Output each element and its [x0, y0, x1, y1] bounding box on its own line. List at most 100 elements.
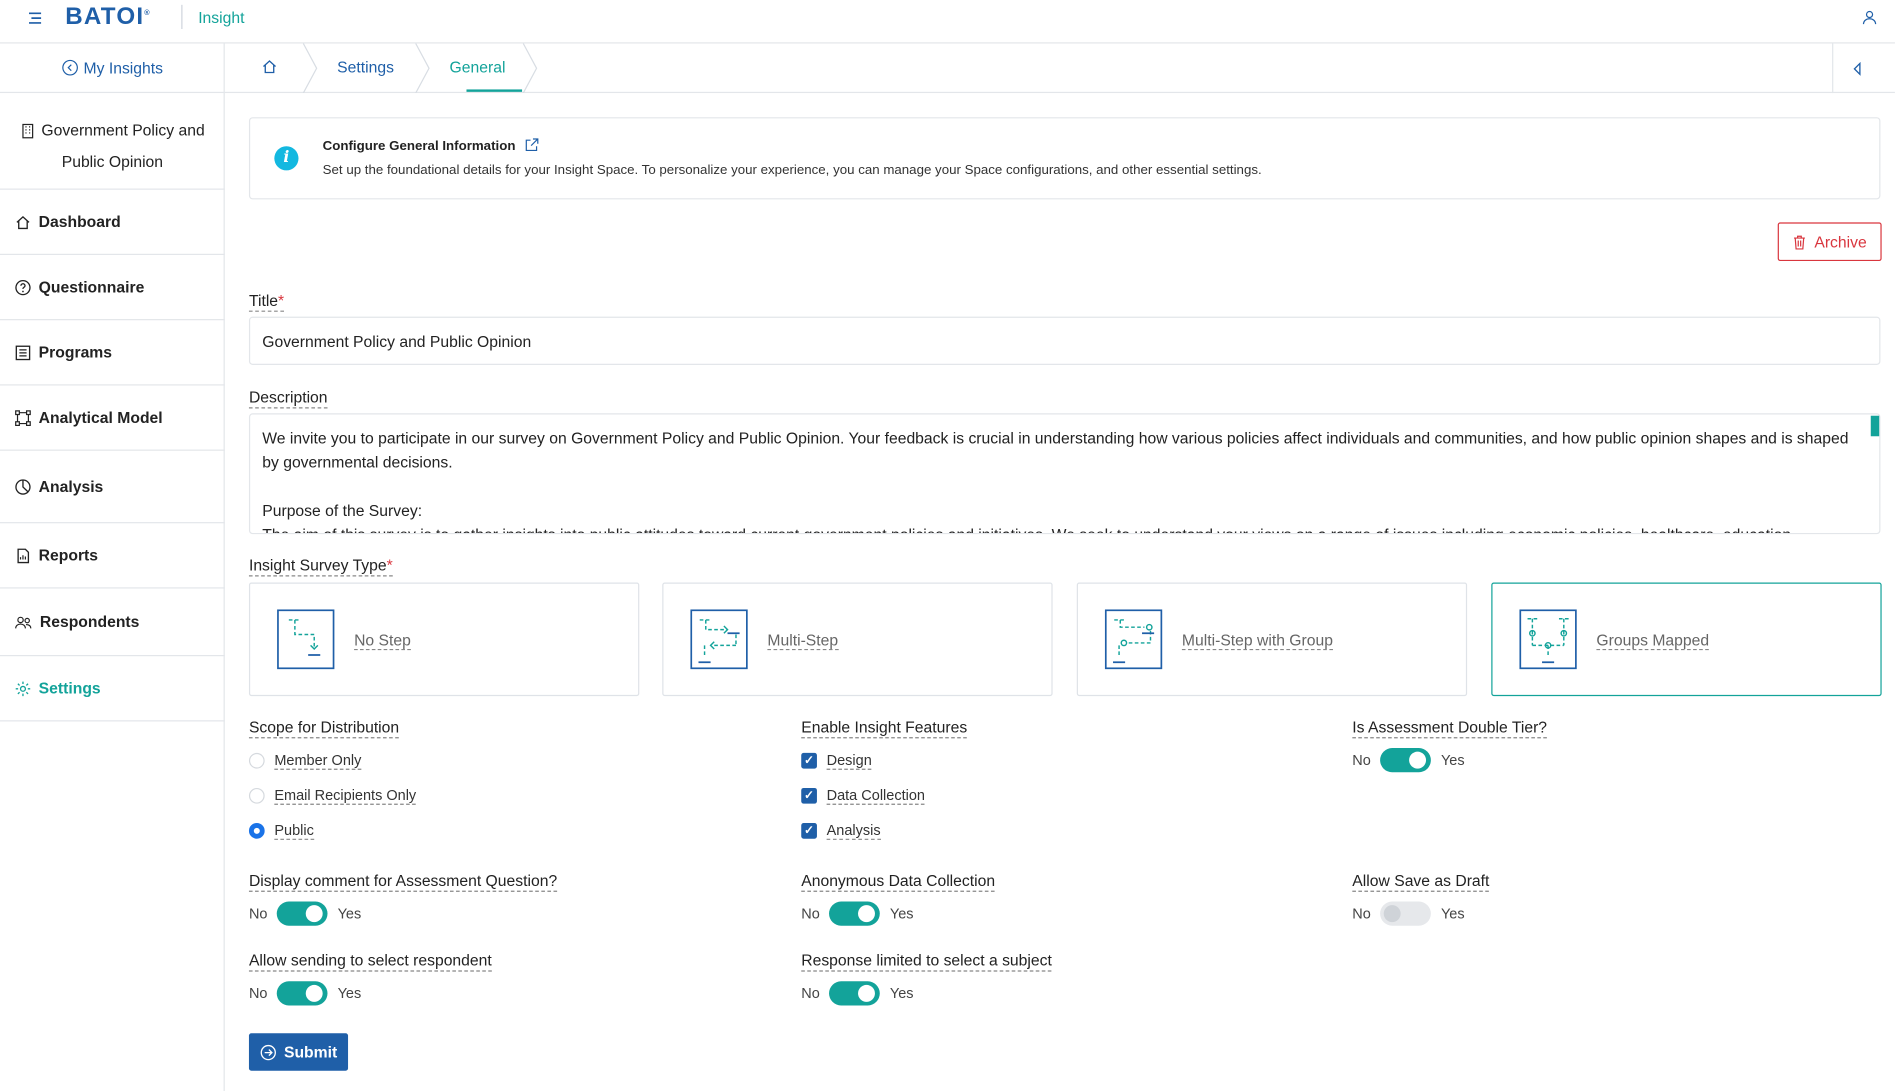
response-limited-toggle-row: No Yes [801, 981, 914, 1006]
multi-step-icon [690, 609, 748, 670]
question-icon [15, 279, 31, 295]
no-step-icon [277, 609, 335, 670]
description-textarea[interactable]: We invite you to participate in our surv… [248, 413, 1881, 535]
checkbox-label: Design [826, 751, 872, 770]
info-banner: i Configure General Information Set up t… [248, 117, 1881, 200]
info-description: Set up the foundational details for your… [322, 163, 1262, 178]
checkbox[interactable]: ✓ [801, 752, 817, 769]
checkbox-label: Analysis [826, 821, 881, 840]
response-limited-label: Response limited to select a subject [801, 951, 1052, 972]
sidebar-item-respondents[interactable]: Respondents [0, 589, 225, 657]
breadcrumb-settings[interactable]: Settings [337, 58, 394, 76]
double-tier-toggle[interactable] [1380, 748, 1432, 773]
report-icon [17, 547, 30, 563]
active-tab-indicator [466, 89, 523, 92]
double-tier-toggle-row: No Yes [1352, 748, 1465, 773]
app-root: BATOI® Insight My Insights Government Po… [0, 0, 1895, 1091]
yes-label: Yes [889, 905, 914, 923]
select-respondent-toggle[interactable] [277, 981, 328, 1006]
submit-button[interactable]: Submit [248, 1033, 349, 1071]
pie-icon [15, 478, 31, 495]
breadcrumb-general[interactable]: General [450, 58, 506, 76]
sidebar: My Insights Government Policy and Public… [0, 43, 225, 1091]
gear-icon [15, 680, 31, 696]
display-comment-toggle[interactable] [277, 901, 328, 926]
no-label: No [801, 984, 820, 1002]
survey-type-multi-step[interactable]: Multi-Step [662, 582, 1053, 697]
save-draft-toggle-row: No Yes [1352, 901, 1465, 926]
feature-design-checkbox[interactable]: ✓ Design [801, 752, 872, 770]
users-icon [15, 616, 32, 628]
checkbox[interactable]: ✓ [801, 822, 817, 839]
survey-type-label: No Step [354, 630, 411, 651]
radio-button[interactable] [248, 822, 265, 839]
survey-type-no-step[interactable]: No Step [248, 582, 640, 697]
external-link-icon[interactable] [524, 138, 539, 153]
info-icon: i [274, 146, 299, 171]
menu-icon[interactable] [27, 10, 44, 27]
sidebar-item-label: Programs [38, 343, 113, 362]
yes-label: Yes [337, 905, 362, 923]
building-icon [21, 123, 33, 139]
sidebar-item-dashboard[interactable]: Dashboard [0, 190, 225, 255]
save-draft-toggle[interactable] [1380, 901, 1432, 926]
sidebar-item-reports[interactable]: Reports [0, 523, 225, 589]
list-icon [15, 344, 31, 360]
survey-type-label: Multi-Step [767, 630, 839, 651]
scope-email-recipients-radio[interactable]: Email Recipients Only [248, 786, 417, 805]
sidebar-item-label: Settings [38, 679, 101, 698]
response-limited-toggle[interactable] [829, 981, 881, 1006]
radio-label: Member Only [274, 751, 362, 770]
radio-label: Public [274, 821, 314, 840]
sidebar-item-label: Analysis [38, 477, 104, 496]
anonymous-collection-toggle[interactable] [829, 901, 881, 926]
space-name: Government Policy and Public Opinion [0, 93, 225, 190]
home-icon [16, 215, 30, 229]
checkbox[interactable]: ✓ [801, 787, 817, 804]
anonymous-collection-toggle-row: No Yes [801, 901, 914, 926]
feature-data-collection-checkbox[interactable]: ✓ Data Collection [801, 787, 925, 805]
sidebar-item-label: Respondents [39, 612, 140, 631]
sidebar-item-settings[interactable]: Settings [0, 656, 225, 722]
title-input[interactable] [248, 316, 1881, 365]
archive-button[interactable]: Archive [1777, 222, 1882, 262]
sidebar-item-analysis[interactable]: Analysis [0, 451, 225, 524]
groups-mapped-icon [1519, 609, 1577, 670]
sidebar-item-label: Questionnaire [38, 277, 145, 297]
radio-label: Email Recipients Only [274, 786, 417, 805]
scope-public-radio[interactable]: Public [248, 821, 314, 840]
sidebar-item-label: Dashboard [38, 212, 121, 231]
yes-label: Yes [337, 984, 362, 1002]
sidebar-item-questionnaire[interactable]: Questionnaire [0, 255, 225, 321]
user-icon[interactable] [1861, 8, 1878, 25]
feature-analysis-checkbox[interactable]: ✓ Analysis [801, 821, 881, 840]
scope-label: Scope for Distribution [248, 718, 400, 739]
display-comment-toggle-row: No Yes [248, 901, 362, 926]
arrow-circle-icon [260, 1044, 276, 1060]
survey-type-groups-mapped[interactable]: Groups Mapped [1491, 582, 1882, 697]
sidebar-item-programs[interactable]: Programs [0, 320, 225, 386]
top-bar: BATOI® Insight [0, 0, 1895, 44]
my-insights-link[interactable]: My Insights [0, 44, 225, 94]
yes-label: Yes [1440, 751, 1465, 769]
features-label: Enable Insight Features [801, 718, 968, 739]
my-insights-label: My Insights [83, 58, 163, 77]
no-label: No [248, 984, 268, 1002]
save-draft-label: Allow Save as Draft [1352, 871, 1490, 892]
collapse-panel-button[interactable] [1832, 43, 1880, 94]
scrollbar-thumb[interactable] [1870, 415, 1880, 437]
home-icon[interactable] [261, 58, 278, 75]
model-icon [15, 409, 31, 426]
select-respondent-label: Allow sending to select respondent [248, 951, 492, 972]
radio-button[interactable] [248, 787, 265, 804]
breadcrumb: Settings General [224, 43, 1895, 94]
no-label: No [248, 905, 268, 923]
scope-member-only-radio[interactable]: Member Only [248, 751, 362, 770]
info-title: Configure General Information [322, 138, 516, 154]
survey-type-multi-step-with-group[interactable]: Multi-Step with Group [1076, 582, 1468, 697]
radio-button[interactable] [248, 752, 265, 769]
double-tier-label: Is Assessment Double Tier? [1352, 718, 1548, 739]
sidebar-item-analytical-model[interactable]: Analytical Model [0, 386, 225, 451]
divider [181, 4, 183, 30]
back-circle-icon [62, 59, 79, 76]
